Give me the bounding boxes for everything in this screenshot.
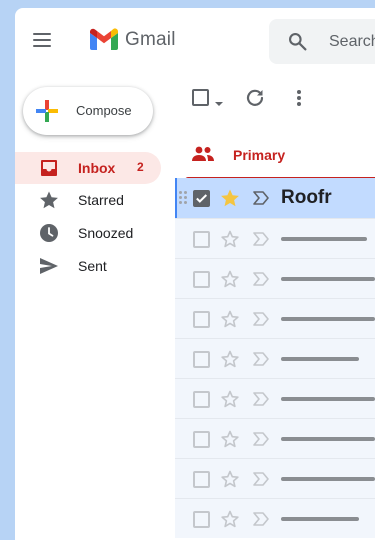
drag-dot: [179, 191, 182, 194]
people-icon: [192, 146, 214, 161]
message-row[interactable]: [175, 258, 375, 298]
drag-dot: [179, 196, 182, 199]
star-filled-icon[interactable]: [220, 188, 240, 208]
hamburger-line: [33, 33, 51, 35]
inbox-icon: [41, 160, 57, 176]
sidebar-item-inbox[interactable]: Inbox 2: [15, 152, 161, 184]
star-outline-icon[interactable]: [220, 349, 240, 369]
search-input[interactable]: [329, 32, 375, 52]
row-checkbox[interactable]: [193, 190, 210, 207]
message-row[interactable]: [175, 298, 375, 338]
gmail-window: Gmail Compose Inbox 2 Starred: [15, 8, 375, 540]
checkmark-icon: [196, 194, 208, 203]
drag-dot: [184, 191, 187, 194]
select-all-checkbox[interactable]: [192, 89, 209, 106]
message-preview-placeholder: [281, 477, 375, 481]
drag-dot: [184, 201, 187, 204]
message-row[interactable]: [175, 218, 375, 258]
message-preview-placeholder: [281, 237, 367, 241]
importance-marker-icon[interactable]: [252, 190, 270, 206]
star-icon: [40, 191, 58, 209]
message-row[interactable]: Roofr: [175, 178, 375, 218]
sidebar-item-sent[interactable]: Sent: [15, 250, 161, 282]
sidebar-item-label: Starred: [78, 192, 124, 208]
importance-marker-icon[interactable]: [252, 391, 270, 407]
importance-marker-icon[interactable]: [252, 271, 270, 287]
clock-icon: [40, 224, 58, 242]
message-preview-placeholder: [281, 397, 375, 401]
message-row[interactable]: [175, 458, 375, 498]
message-preview-placeholder: [281, 437, 375, 441]
search-bar[interactable]: [269, 19, 375, 64]
row-checkbox[interactable]: [193, 471, 210, 488]
row-checkbox[interactable]: [193, 391, 210, 408]
star-outline-icon[interactable]: [220, 429, 240, 449]
row-checkbox[interactable]: [193, 271, 210, 288]
message-row[interactable]: [175, 378, 375, 418]
sidebar-item-label: Inbox: [78, 160, 116, 176]
star-outline-icon[interactable]: [220, 309, 240, 329]
message-preview-placeholder: [281, 277, 375, 281]
sidebar-item-snoozed[interactable]: Snoozed: [15, 217, 161, 249]
compose-plus-icon: [36, 100, 58, 122]
sidebar-item-starred[interactable]: Starred: [15, 184, 161, 216]
message-preview-placeholder: [281, 317, 375, 321]
message-preview-placeholder: [281, 517, 359, 521]
message-sender: Roofr: [281, 187, 332, 208]
hamburger-line: [33, 45, 51, 47]
importance-marker-icon[interactable]: [252, 431, 270, 447]
search-icon[interactable]: [287, 31, 308, 52]
sidebar-item-label: Sent: [78, 258, 107, 274]
drag-dot: [184, 196, 187, 199]
message-preview-placeholder: [281, 357, 359, 361]
app-title: Gmail: [125, 29, 176, 50]
importance-marker-icon[interactable]: [252, 351, 270, 367]
unread-count-badge: 2: [137, 160, 144, 174]
star-outline-icon[interactable]: [220, 229, 240, 249]
sidebar-item-label: Snoozed: [78, 225, 134, 241]
more-options-icon[interactable]: [293, 88, 305, 108]
star-outline-icon[interactable]: [220, 469, 240, 489]
refresh-icon[interactable]: [245, 88, 265, 108]
message-row[interactable]: [175, 498, 375, 538]
message-row[interactable]: [175, 418, 375, 458]
importance-marker-icon[interactable]: [252, 511, 270, 527]
drag-handle-icon[interactable]: [179, 191, 187, 205]
send-icon: [40, 258, 58, 274]
message-row[interactable]: [175, 338, 375, 378]
row-checkbox[interactable]: [193, 431, 210, 448]
row-checkbox[interactable]: [193, 231, 210, 248]
drag-dot: [179, 201, 182, 204]
main-menu-button[interactable]: [31, 30, 53, 50]
importance-marker-icon[interactable]: [252, 231, 270, 247]
star-outline-icon[interactable]: [220, 509, 240, 529]
row-checkbox[interactable]: [193, 351, 210, 368]
row-checkbox[interactable]: [193, 311, 210, 328]
importance-marker-icon[interactable]: [252, 471, 270, 487]
more-dot: [297, 90, 301, 94]
hamburger-line: [33, 39, 51, 41]
importance-marker-icon[interactable]: [252, 311, 270, 327]
compose-label: Compose: [76, 103, 132, 118]
compose-button[interactable]: Compose: [23, 87, 153, 135]
top-header: Gmail: [15, 8, 375, 73]
more-dot: [297, 102, 301, 106]
chevron-down-icon[interactable]: [215, 102, 223, 106]
tab-label: Primary: [233, 147, 286, 163]
more-dot: [297, 96, 301, 100]
star-outline-icon[interactable]: [220, 269, 240, 289]
star-outline-icon[interactable]: [220, 389, 240, 409]
row-checkbox[interactable]: [193, 511, 210, 528]
gmail-logo-icon[interactable]: [89, 28, 119, 52]
